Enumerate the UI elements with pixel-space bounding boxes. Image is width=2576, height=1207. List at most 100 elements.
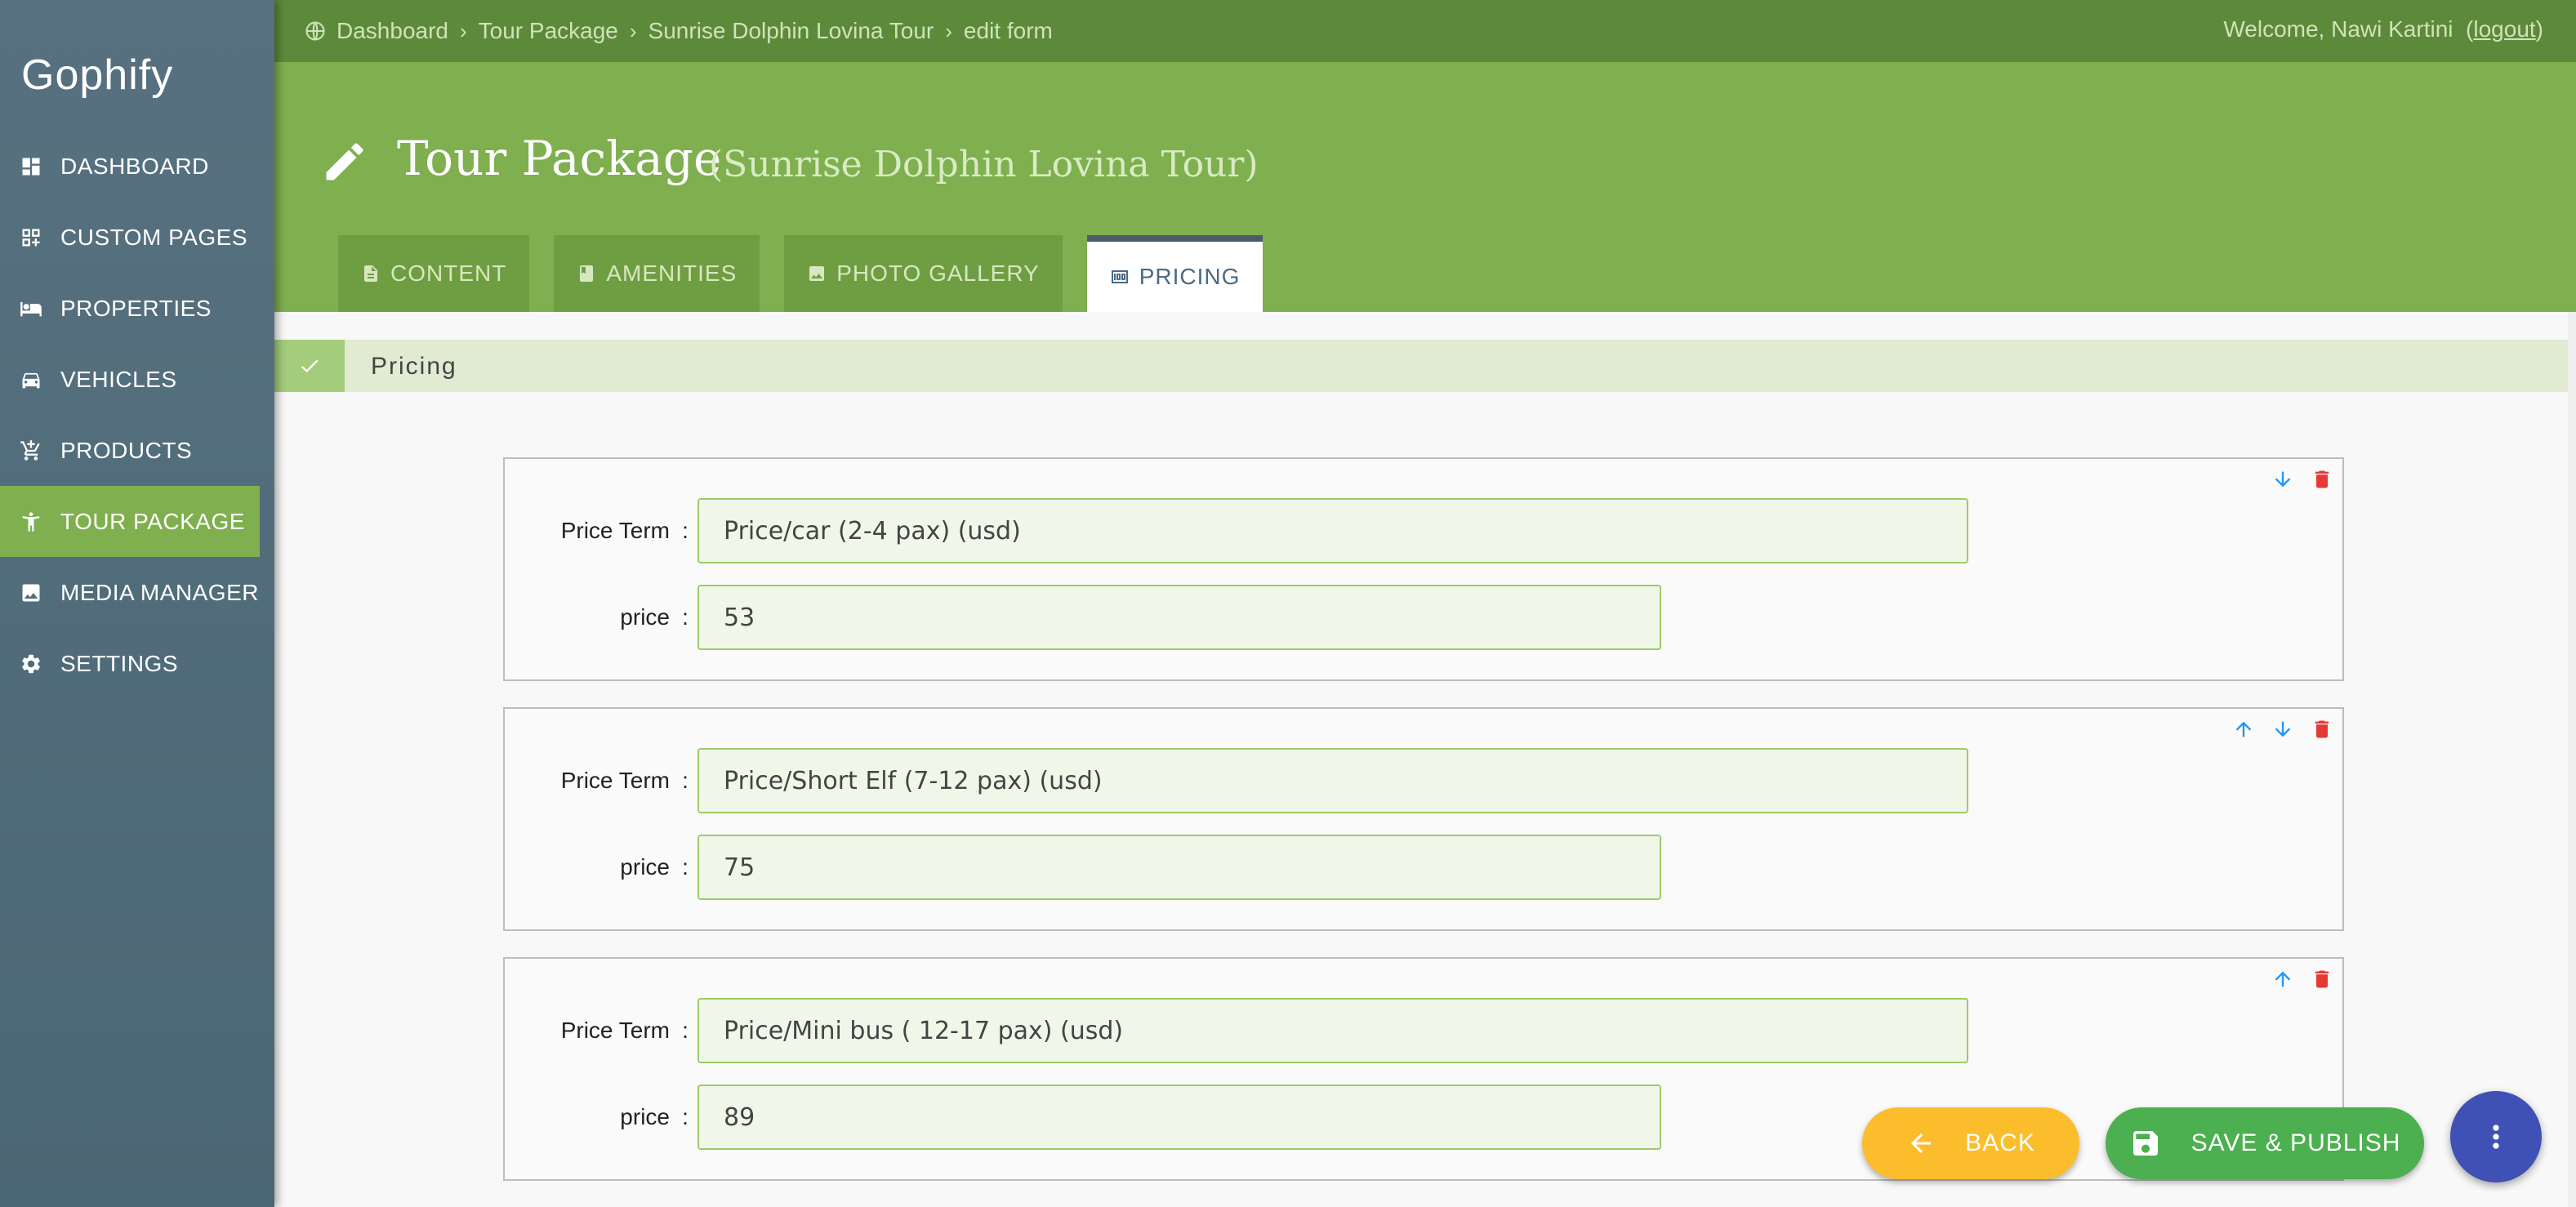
- price-term-input[interactable]: Price/Mini bus ( 12-17 pax) (usd): [697, 998, 1968, 1063]
- back-label: BACK: [1965, 1129, 2035, 1156]
- price-label: price: [620, 604, 670, 630]
- car-icon: [20, 368, 42, 391]
- price-term-row: Price Term : Price/car (2-4 pax) (usd): [505, 498, 1968, 563]
- sidebar-item-vehicles[interactable]: VEHICLES: [0, 344, 274, 415]
- scrollbar[interactable]: [2568, 312, 2576, 1207]
- price-label: price: [620, 1104, 670, 1129]
- breadcrumb-tour-package[interactable]: Tour Package: [479, 18, 618, 44]
- sidebar-item-label: PROPERTIES: [60, 295, 212, 321]
- image-icon: [20, 581, 42, 604]
- price-input[interactable]: 75: [697, 835, 1661, 900]
- delete-icon[interactable]: [2308, 465, 2336, 493]
- sidebar-item-products[interactable]: PRODUCTS: [0, 415, 274, 486]
- tab-content[interactable]: CONTENT: [338, 235, 530, 312]
- logout-link[interactable]: logout: [2473, 16, 2535, 42]
- tab-label: AMENITIES: [606, 261, 738, 286]
- card-actions: [2230, 715, 2336, 743]
- price-label: price: [620, 854, 670, 880]
- document-icon: [364, 265, 377, 282]
- sidebar-nav: DASHBOARD CUSTOM PAGES PROPERTIES VEHICL…: [0, 131, 274, 699]
- sidebar-item-media-manager[interactable]: MEDIA MANAGER: [0, 557, 274, 628]
- back-button[interactable]: BACK: [1862, 1107, 2079, 1179]
- sidebar-item-label: MEDIA MANAGER: [60, 579, 259, 605]
- tab-photo-gallery[interactable]: PHOTO GALLERY: [784, 235, 1063, 312]
- check-icon: [274, 340, 345, 392]
- price-row: price : 53: [505, 585, 1661, 650]
- sidebar-item-settings[interactable]: SETTINGS: [0, 628, 274, 699]
- page-title: Tour Package: [397, 131, 722, 186]
- sidebar-item-label: SETTINGS: [60, 650, 179, 676]
- price-term-label: Price Term: [560, 518, 670, 543]
- breadcrumb-tour-name[interactable]: Sunrise Dolphin Lovina Tour: [648, 18, 934, 44]
- label-colon: :: [682, 768, 689, 793]
- label-colon: :: [682, 1018, 689, 1043]
- tab-label: PRICING: [1139, 264, 1241, 289]
- delete-icon[interactable]: [2308, 965, 2336, 993]
- book-icon: [580, 265, 594, 282]
- price-term-input[interactable]: Price/car (2-4 pax) (usd): [697, 498, 1968, 563]
- price-term-input[interactable]: Price/Short Elf (7-12 pax) (usd): [697, 748, 1968, 813]
- save-publish-button[interactable]: SAVE & PUBLISH: [2106, 1107, 2424, 1179]
- person-icon: [20, 510, 42, 533]
- more-options-button[interactable]: [2450, 1091, 2542, 1183]
- dashboard-icon: [20, 155, 42, 178]
- move-up-icon[interactable]: [2269, 965, 2297, 993]
- sidebar-item-label: TOUR PACKAGE: [60, 508, 245, 534]
- price-row: price : 89: [505, 1085, 1661, 1150]
- page-subtitle: (Sunrise Dolphin Lovina Tour): [709, 144, 1259, 185]
- breadcrumb-dashboard[interactable]: Dashboard: [336, 18, 448, 44]
- price-input[interactable]: 53: [697, 585, 1661, 650]
- price-term-row: Price Term : Price/Short Elf (7-12 pax) …: [505, 748, 1968, 813]
- price-row: price : 75: [505, 835, 1661, 900]
- breadcrumb-current: edit form: [963, 18, 1053, 43]
- sidebar-item-label: VEHICLES: [60, 366, 177, 392]
- price-term-label: Price Term: [560, 768, 670, 793]
- sidebar-item-label: PRODUCTS: [60, 437, 193, 463]
- section-title: Pricing: [371, 353, 457, 380]
- tab-label: PHOTO GALLERY: [836, 261, 1040, 286]
- tab-bar: CONTENT AMENITIES PHOTO GALLERY PRICING: [338, 235, 1287, 312]
- move-down-icon[interactable]: [2269, 465, 2297, 493]
- sidebar-item-properties[interactable]: PROPERTIES: [0, 273, 274, 344]
- gear-icon: [20, 652, 42, 675]
- page-header: Tour Package (Sunrise Dolphin Lovina Tou…: [274, 62, 2576, 312]
- welcome-text: Welcome, Nawi Kartini (logout): [2223, 16, 2543, 42]
- card-actions: [2269, 465, 2336, 493]
- breadcrumb: Dashboard › Tour Package › Sunrise Dolph…: [274, 18, 1053, 44]
- image-icon: [809, 266, 825, 281]
- label-colon: :: [682, 854, 689, 880]
- globe-icon: [305, 21, 325, 41]
- save-icon: [2133, 1131, 2158, 1156]
- topbar: Dashboard › Tour Package › Sunrise Dolph…: [274, 0, 2576, 62]
- section-bar-pricing[interactable]: Pricing: [274, 340, 2576, 392]
- label-colon: :: [682, 604, 689, 630]
- price-term-label: Price Term: [560, 1018, 670, 1043]
- card-actions: [2269, 965, 2336, 993]
- welcome-user: Welcome, Nawi Kartini: [2223, 16, 2453, 42]
- price-item-card: Price Term : Price/Short Elf (7-12 pax) …: [503, 707, 2344, 931]
- bed-icon: [20, 297, 42, 320]
- move-up-icon[interactable]: [2230, 715, 2257, 743]
- more-vert-icon: [2493, 1125, 2499, 1149]
- price-input[interactable]: 89: [697, 1085, 1661, 1150]
- move-down-icon[interactable]: [2269, 715, 2297, 743]
- tab-label: CONTENT: [390, 261, 507, 286]
- chevron-right-icon: ›: [629, 18, 637, 43]
- tab-amenities[interactable]: AMENITIES: [554, 235, 760, 312]
- money-icon: [1111, 270, 1128, 283]
- label-colon: :: [682, 1104, 689, 1129]
- sidebar-item-label: CUSTOM PAGES: [60, 224, 248, 250]
- save-label: SAVE & PUBLISH: [2190, 1129, 2401, 1156]
- price-term-row: Price Term : Price/Mini bus ( 12-17 pax)…: [505, 998, 1968, 1063]
- sidebar-item-tour-package[interactable]: TOUR PACKAGE: [0, 486, 260, 557]
- sidebar-item-custom-pages[interactable]: CUSTOM PAGES: [0, 202, 274, 273]
- chevron-right-icon: ›: [945, 18, 952, 43]
- chevron-right-icon: ›: [459, 18, 467, 43]
- delete-icon[interactable]: [2308, 715, 2336, 743]
- cart-icon: [20, 439, 42, 462]
- brand-logo[interactable]: Gophify: [21, 51, 173, 100]
- label-colon: :: [682, 518, 689, 543]
- tab-pricing[interactable]: PRICING: [1086, 235, 1263, 312]
- sidebar-item-dashboard[interactable]: DASHBOARD: [0, 131, 274, 202]
- arrow-left-icon: [1911, 1134, 1932, 1153]
